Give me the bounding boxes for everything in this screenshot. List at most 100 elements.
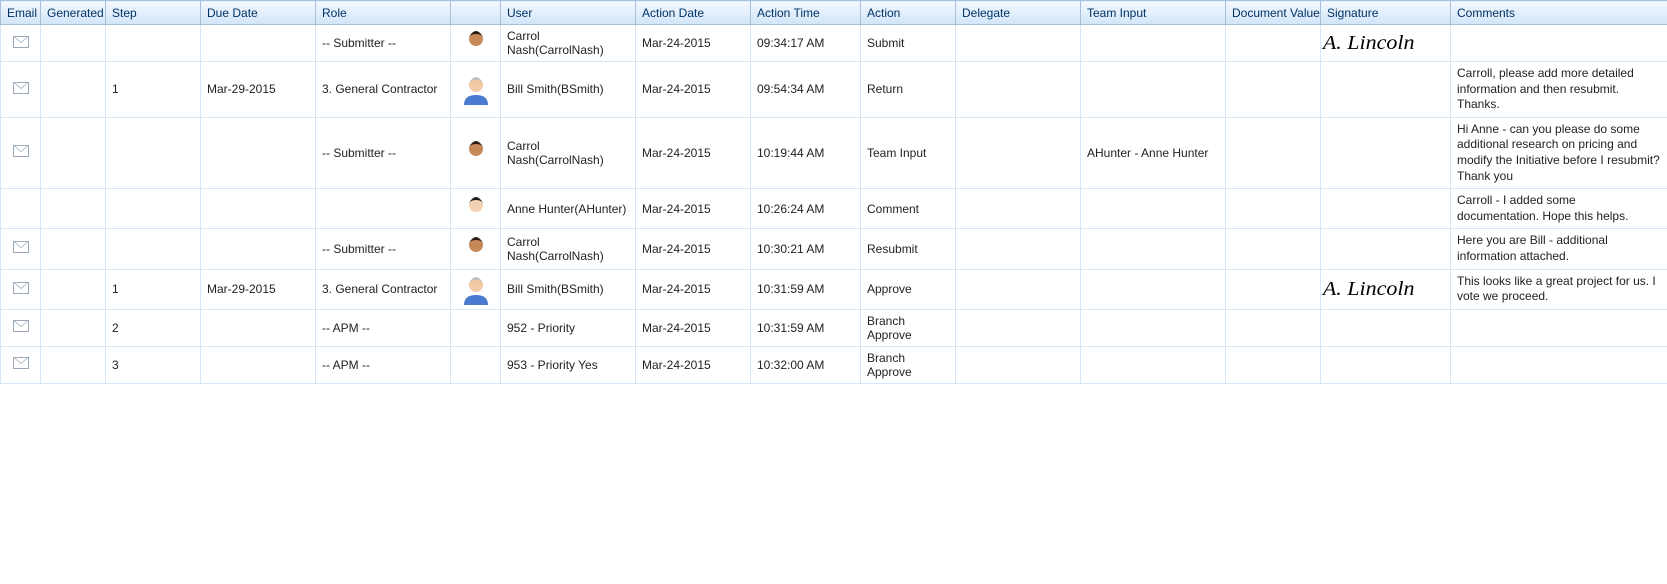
cell-email [1,309,41,346]
cell-due-date [201,309,316,346]
col-header-email[interactable]: Email [1,1,41,25]
cell-step: 1 [106,62,201,118]
cell-comments: This looks like a great project for us. … [1451,269,1667,309]
col-header-delegate[interactable]: Delegate [956,1,1081,25]
col-header-action-time[interactable]: Action Time [751,1,861,25]
cell-signature: A. Lincoln [1321,269,1451,309]
table-row[interactable]: Anne Hunter(AHunter)Mar-24-201510:26:24 … [1,189,1667,229]
cell-comments [1451,25,1667,62]
cell-comments: Hi Anne - can you please do some additio… [1451,117,1667,188]
cell-action-time: 09:34:17 AM [751,25,861,62]
table-row[interactable]: -- Submitter -- Carrol Nash(CarrolNash)M… [1,25,1667,62]
cell-action-date: Mar-24-2015 [636,189,751,229]
user-avatar-icon [460,27,492,59]
cell-comments [1451,309,1667,346]
col-header-role[interactable]: Role [316,1,451,25]
mail-icon[interactable] [13,36,29,48]
cell-action-time: 10:32:00 AM [751,346,861,383]
cell-user: 953 - Priority Yes [501,346,636,383]
cell-action-date: Mar-24-2015 [636,269,751,309]
cell-generated [41,25,106,62]
col-header-due-date[interactable]: Due Date [201,1,316,25]
cell-document-value [1226,309,1321,346]
cell-avatar [451,229,501,269]
user-avatar-icon [460,73,492,105]
cell-action-time: 10:19:44 AM [751,117,861,188]
cell-team-input [1081,189,1226,229]
cell-role: -- Submitter -- [316,25,451,62]
cell-generated [41,346,106,383]
col-header-avatar[interactable] [451,1,501,25]
table-row[interactable]: 1Mar-29-20153. General Contractor Bill S… [1,62,1667,118]
cell-user: Bill Smith(BSmith) [501,269,636,309]
cell-action-time: 10:31:59 AM [751,269,861,309]
cell-action: Approve [861,269,956,309]
col-header-team-input[interactable]: Team Input [1081,1,1226,25]
col-header-document-value[interactable]: Document Value [1226,1,1321,25]
cell-generated [41,309,106,346]
cell-team-input: AHunter - Anne Hunter [1081,117,1226,188]
user-avatar-icon [460,273,492,305]
cell-delegate [956,229,1081,269]
col-header-signature[interactable]: Signature [1321,1,1451,25]
cell-team-input [1081,269,1226,309]
table-row[interactable]: -- Submitter -- Carrol Nash(CarrolNash)M… [1,229,1667,269]
mail-icon[interactable] [13,282,29,294]
table-row[interactable]: -- Submitter -- Carrol Nash(CarrolNash)M… [1,117,1667,188]
cell-delegate [956,189,1081,229]
cell-step [106,189,201,229]
table-row[interactable]: 2-- APM --952 - PriorityMar-24-201510:31… [1,309,1667,346]
cell-role: -- APM -- [316,309,451,346]
cell-team-input [1081,229,1226,269]
cell-user: Bill Smith(BSmith) [501,62,636,118]
signature-image: A. Lincoln [1323,278,1415,301]
cell-step: 1 [106,269,201,309]
cell-signature [1321,189,1451,229]
mail-icon[interactable] [13,82,29,94]
col-header-action-date[interactable]: Action Date [636,1,751,25]
cell-action: Branch Approve [861,309,956,346]
col-header-user[interactable]: User [501,1,636,25]
col-header-comments[interactable]: Comments [1451,1,1667,25]
cell-action-date: Mar-24-2015 [636,117,751,188]
user-avatar-icon [460,233,492,265]
cell-delegate [956,269,1081,309]
table-body: -- Submitter -- Carrol Nash(CarrolNash)M… [1,25,1667,384]
col-header-generated[interactable]: Generated [41,1,106,25]
cell-action-time: 09:54:34 AM [751,62,861,118]
cell-signature [1321,346,1451,383]
user-avatar-icon [460,137,492,169]
cell-document-value [1226,346,1321,383]
cell-signature [1321,309,1451,346]
cell-signature [1321,62,1451,118]
cell-comments: Carroll, please add more detailed inform… [1451,62,1667,118]
cell-delegate [956,346,1081,383]
cell-comments: Here you are Bill - additional informati… [1451,229,1667,269]
user-avatar-icon [460,193,492,225]
cell-due-date: Mar-29-2015 [201,269,316,309]
cell-action: Return [861,62,956,118]
table-row[interactable]: 3-- APM --953 - Priority YesMar-24-20151… [1,346,1667,383]
table-row[interactable]: 1Mar-29-20153. General Contractor Bill S… [1,269,1667,309]
cell-due-date [201,25,316,62]
col-header-step[interactable]: Step [106,1,201,25]
cell-user: Anne Hunter(AHunter) [501,189,636,229]
cell-user: Carrol Nash(CarrolNash) [501,117,636,188]
cell-avatar [451,25,501,62]
cell-document-value [1226,25,1321,62]
mail-icon[interactable] [13,357,29,369]
cell-delegate [956,309,1081,346]
cell-user: Carrol Nash(CarrolNash) [501,229,636,269]
cell-delegate [956,62,1081,118]
cell-document-value [1226,269,1321,309]
cell-signature [1321,117,1451,188]
mail-icon[interactable] [13,320,29,332]
cell-team-input [1081,25,1226,62]
mail-icon[interactable] [13,241,29,253]
mail-icon[interactable] [13,145,29,157]
cell-avatar [451,62,501,118]
cell-avatar [451,189,501,229]
col-header-action[interactable]: Action [861,1,956,25]
cell-action: Team Input [861,117,956,188]
cell-action-time: 10:30:21 AM [751,229,861,269]
